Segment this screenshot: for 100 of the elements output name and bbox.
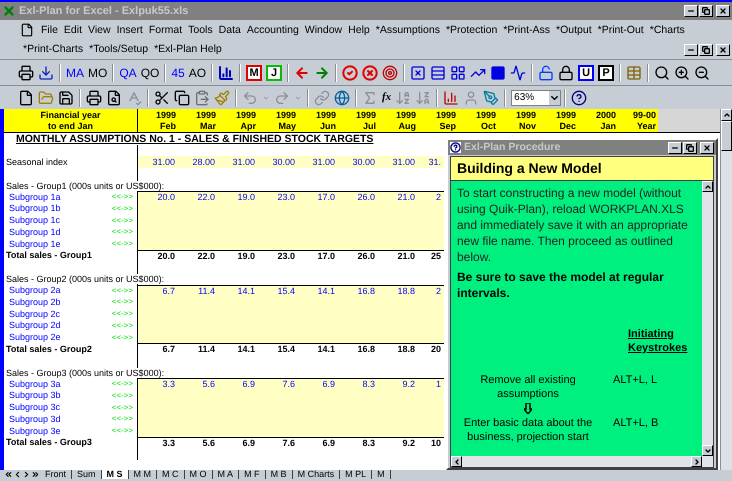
print-icon[interactable] bbox=[86, 90, 102, 106]
macro-button[interactable]: AO bbox=[186, 67, 208, 79]
scroll-down-button[interactable] bbox=[702, 445, 713, 456]
table-icon[interactable] bbox=[626, 65, 642, 81]
x-circle-icon[interactable] bbox=[362, 65, 378, 81]
arrows-marker: <<->> bbox=[112, 216, 133, 225]
minimize-button[interactable] bbox=[668, 142, 682, 154]
total-cell: 9.2 bbox=[402, 438, 415, 448]
table-cell: 31.00 bbox=[232, 158, 255, 167]
menu-item[interactable]: *Charts bbox=[646, 24, 688, 36]
menu-item[interactable]: File bbox=[38, 24, 61, 36]
menu-item[interactable]: Edit bbox=[60, 24, 86, 36]
menu-item[interactable]: Insert bbox=[114, 24, 146, 36]
menu-item[interactable]: *Tools/Setup bbox=[86, 44, 152, 55]
rows-icon[interactable] bbox=[430, 65, 446, 81]
sheet-tab[interactable]: M S bbox=[102, 470, 129, 479]
tab-nav-icon[interactable] bbox=[4, 470, 13, 479]
horizontal-scrollbar[interactable] bbox=[451, 456, 713, 467]
tab-nav-icon[interactable] bbox=[31, 470, 40, 479]
menu-item[interactable]: Tools bbox=[185, 24, 216, 36]
scroll-up-button[interactable] bbox=[721, 109, 732, 121]
unlock-icon[interactable] bbox=[538, 65, 554, 81]
printer-icon[interactable] bbox=[18, 65, 34, 81]
zoom-in-icon[interactable] bbox=[674, 65, 690, 81]
macro-button[interactable]: 45 bbox=[169, 67, 187, 79]
zoom-dropdown[interactable]: 63% bbox=[511, 90, 562, 106]
zoom-out-icon[interactable] bbox=[694, 65, 710, 81]
restore-button[interactable] bbox=[683, 142, 697, 154]
menu-item[interactable]: *Exl-Plan Help bbox=[151, 44, 225, 55]
input-row[interactable] bbox=[138, 238, 444, 250]
menu-item[interactable]: *Print-Charts bbox=[20, 44, 86, 55]
workbook-icon[interactable] bbox=[20, 23, 34, 37]
arrows-marker: <<->> bbox=[112, 204, 133, 213]
section-heading: Sales - Group2 (000s units or US$000): bbox=[6, 274, 166, 284]
target-icon[interactable] bbox=[382, 65, 398, 81]
copy-icon[interactable] bbox=[174, 90, 190, 106]
input-row[interactable]: 6.7 11.4 14.1 15.4 14.1 16.8 18.8 2 bbox=[138, 284, 444, 297]
close-button[interactable] bbox=[716, 5, 730, 17]
menu-item[interactable]: Window bbox=[302, 24, 346, 36]
close-button[interactable] bbox=[700, 142, 714, 154]
check-circle-icon[interactable] bbox=[342, 65, 358, 81]
help-icon[interactable] bbox=[571, 90, 588, 106]
total-cell: 6.9 bbox=[242, 438, 255, 448]
minimize-button[interactable] bbox=[684, 44, 698, 56]
boxed-letter-button[interactable]: P bbox=[598, 65, 614, 81]
input-row[interactable]: 31.00 28.00 31.00 30.00 31.00 30.00 31.00 31. bbox=[138, 156, 444, 168]
scroll-thumb[interactable] bbox=[721, 121, 732, 151]
menu-item[interactable]: Data bbox=[216, 24, 244, 36]
scroll-up-button[interactable] bbox=[702, 181, 713, 192]
macro-button[interactable]: QA bbox=[117, 67, 139, 79]
menu-item[interactable]: *Protection bbox=[442, 24, 500, 36]
bar-chart-icon[interactable] bbox=[218, 65, 234, 81]
boxed-letter-button[interactable]: J bbox=[266, 65, 282, 81]
line-chart-icon[interactable] bbox=[510, 65, 526, 81]
close-icon bbox=[703, 144, 711, 152]
menu-item[interactable]: *Output bbox=[553, 24, 595, 36]
input-row[interactable]: 3.3 5.6 6.9 7.6 6.9 8.3 9.2 1 bbox=[138, 378, 444, 390]
scroll-right-button[interactable] bbox=[691, 456, 702, 467]
lock-icon[interactable] bbox=[558, 65, 574, 81]
scroll-left-button[interactable] bbox=[451, 456, 462, 467]
arrow-left-icon[interactable] bbox=[294, 65, 310, 81]
restore-button[interactable] bbox=[699, 5, 713, 17]
save-icon[interactable] bbox=[58, 90, 74, 106]
pen-icon[interactable] bbox=[483, 90, 500, 106]
subgroup-label: Subgroup 1c bbox=[9, 216, 60, 226]
subgroup-label: Subgroup 1d bbox=[9, 228, 61, 237]
macro-button[interactable]: MA bbox=[64, 67, 86, 79]
square-icon[interactable] bbox=[490, 65, 506, 81]
menu-item[interactable]: *Print-Out bbox=[594, 24, 647, 36]
column-month: Jan bbox=[600, 120, 616, 132]
input-row[interactable]: 20.0 22.0 19.0 23.0 17.0 26.0 21.0 2 bbox=[138, 191, 444, 204]
menu-item[interactable]: Format bbox=[146, 24, 186, 36]
print-preview-icon[interactable] bbox=[106, 90, 122, 106]
table-cell: 7.6 bbox=[282, 380, 295, 390]
input-row[interactable] bbox=[138, 425, 444, 437]
download-icon[interactable] bbox=[38, 65, 54, 81]
menu-item[interactable]: Accounting bbox=[244, 24, 302, 36]
restore-button[interactable] bbox=[699, 44, 713, 56]
new-file-icon[interactable] bbox=[18, 90, 34, 106]
grid-icon[interactable] bbox=[450, 65, 466, 81]
sheet-scrollbar[interactable] bbox=[720, 109, 732, 470]
boxed-letter-button[interactable]: U bbox=[578, 65, 594, 81]
close-button[interactable] bbox=[716, 44, 730, 56]
menu-item[interactable]: *Assumptions bbox=[372, 24, 443, 36]
arrow-right-icon[interactable] bbox=[314, 65, 330, 81]
search-icon[interactable] bbox=[654, 65, 670, 81]
menu-item[interactable]: *Print-Ass bbox=[500, 24, 554, 36]
macro-button[interactable]: QO bbox=[138, 67, 162, 79]
input-row[interactable] bbox=[138, 332, 444, 344]
minimize-button[interactable] bbox=[684, 5, 698, 17]
globe-icon[interactable] bbox=[334, 90, 350, 106]
crossed-box-icon[interactable] bbox=[410, 65, 426, 81]
chart-icon[interactable] bbox=[443, 90, 460, 106]
function-button[interactable]: fx bbox=[380, 89, 394, 106]
boxed-letter-button[interactable]: M bbox=[246, 65, 262, 81]
scissors-icon[interactable] bbox=[154, 90, 170, 106]
macro-button[interactable]: MO bbox=[86, 67, 110, 79]
menu-item[interactable]: View bbox=[85, 24, 114, 36]
vertical-scrollbar[interactable] bbox=[702, 181, 713, 456]
menu-item[interactable]: Help bbox=[345, 24, 373, 36]
